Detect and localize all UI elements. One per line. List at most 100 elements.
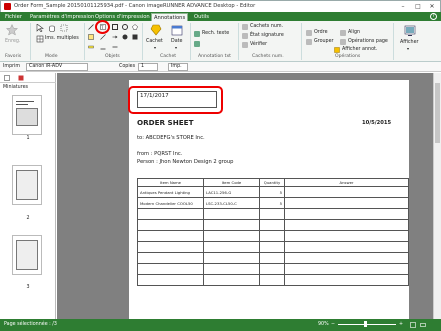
verifier-button[interactable]: Vérifier bbox=[250, 42, 267, 47]
ordre-button[interactable]: Ordre bbox=[314, 30, 328, 35]
table-cell bbox=[137, 230, 204, 242]
page-thumbnail[interactable] bbox=[12, 95, 42, 135]
etat-signature-button[interactable]: État signature bbox=[250, 33, 284, 38]
scrollbar-thumb[interactable] bbox=[435, 83, 440, 143]
table-cell bbox=[259, 252, 285, 264]
app-icon bbox=[4, 3, 11, 10]
polygon-icon[interactable] bbox=[132, 24, 138, 30]
cachet-button[interactable]: Cachet bbox=[146, 39, 163, 44]
square-fill-icon[interactable] bbox=[132, 34, 138, 40]
table-cell bbox=[137, 263, 204, 275]
date-button[interactable]: Date bbox=[171, 39, 182, 44]
table-cell bbox=[259, 219, 285, 231]
select-area-icon[interactable] bbox=[60, 24, 68, 32]
table-cell bbox=[203, 274, 260, 286]
person-line: Person : Jhon Newton Design 2 group bbox=[137, 159, 234, 165]
ellipse-icon[interactable] bbox=[122, 24, 128, 30]
zoom-slider[interactable] bbox=[338, 324, 396, 325]
zoom-slider-thumb[interactable] bbox=[364, 321, 367, 327]
table-row bbox=[137, 274, 409, 286]
table-cell bbox=[137, 241, 204, 253]
tab-fichier[interactable]: Fichier bbox=[3, 13, 24, 21]
vertical-scrollbar[interactable] bbox=[433, 73, 441, 319]
thumbnails-tab-icon[interactable] bbox=[4, 75, 10, 81]
table-cell bbox=[137, 252, 204, 264]
table-cell bbox=[284, 241, 409, 253]
enreg-button[interactable]: Enreg. bbox=[5, 39, 20, 44]
table-cell: Antiques Pendant Lighting bbox=[137, 186, 204, 198]
page-thumbnail[interactable] bbox=[12, 165, 42, 205]
copies-input[interactable]: 1 bbox=[138, 63, 158, 71]
page-number: 1 bbox=[26, 136, 30, 141]
grouper-button[interactable]: Grouper bbox=[314, 39, 334, 44]
minimize-button[interactable]: – bbox=[396, 1, 410, 12]
hand-icon[interactable] bbox=[48, 24, 56, 32]
cursor-icon[interactable] bbox=[36, 23, 44, 33]
table-cell: Modern Chandelier COOL50 bbox=[137, 197, 204, 209]
rech-texte-button[interactable]: Rech. texte bbox=[202, 31, 229, 36]
thumb-line bbox=[16, 104, 28, 105]
table-cell bbox=[284, 208, 409, 220]
digital-stamp-icon bbox=[242, 24, 248, 30]
table-cell bbox=[203, 208, 260, 220]
group-mode-label: Mode bbox=[45, 54, 58, 59]
afficher-annot-button[interactable]: Afficher annot. bbox=[342, 47, 377, 52]
tab-parametres-impression[interactable]: Paramètres d'impression bbox=[28, 13, 96, 21]
page-thumbnail[interactable] bbox=[12, 235, 42, 275]
highlighter-icon[interactable] bbox=[88, 44, 94, 50]
status-bar: Page sélectionnée : /3 90% − + bbox=[0, 319, 441, 331]
table-cell bbox=[137, 219, 204, 231]
line-icon[interactable] bbox=[100, 34, 106, 40]
highlight-rectangle bbox=[128, 86, 223, 114]
maximize-button[interactable]: □ bbox=[411, 1, 425, 12]
order-table: Item Name Item Code Quantity Answer Anti… bbox=[137, 178, 409, 286]
separator bbox=[142, 23, 143, 60]
close-button[interactable]: ✕ bbox=[425, 1, 439, 12]
underline-icon[interactable] bbox=[100, 44, 106, 50]
help-icon[interactable]: ? bbox=[430, 13, 437, 20]
table-header: Item Code bbox=[203, 178, 260, 187]
ribbon-tab-bar: Fichier Paramètres d'impression Options … bbox=[0, 12, 441, 21]
zoom-out-icon[interactable]: − bbox=[331, 322, 335, 327]
ims-multiples-button[interactable]: Ims. multiples bbox=[45, 36, 79, 41]
table-row bbox=[137, 230, 409, 242]
fit-width-icon[interactable] bbox=[420, 322, 426, 328]
order-icon bbox=[306, 30, 312, 36]
tab-annotations[interactable]: Annotations bbox=[151, 13, 189, 21]
group-objets-label: Objets bbox=[105, 54, 120, 59]
document-view[interactable]: 17/1/2017 ORDER SHEET 10/5/2015 to: ABCD… bbox=[57, 73, 433, 319]
operations-page-button[interactable]: Opérations page bbox=[348, 39, 388, 44]
printer-select[interactable]: Canon iR-ADV bbox=[26, 63, 88, 71]
bookmark-tab-icon[interactable] bbox=[18, 75, 24, 81]
circle-fill-icon[interactable] bbox=[122, 34, 128, 40]
separator bbox=[301, 23, 302, 60]
arrow-icon[interactable] bbox=[112, 34, 118, 40]
page-status: Page sélectionnée : /3 bbox=[4, 322, 57, 327]
stamp-icon bbox=[150, 24, 162, 36]
note-icon[interactable] bbox=[88, 34, 94, 40]
aligner-button[interactable]: Align bbox=[348, 30, 360, 35]
table-row bbox=[137, 252, 409, 264]
table-cell bbox=[203, 263, 260, 275]
table-cell: 5 bbox=[259, 186, 285, 198]
zoom-in-icon[interactable]: + bbox=[399, 322, 403, 327]
show-annotations-icon bbox=[334, 47, 340, 53]
table-cell bbox=[284, 186, 409, 198]
afficher-button[interactable]: Afficher bbox=[400, 40, 419, 45]
group-favoris-label: Favoris bbox=[5, 54, 22, 59]
table-cell bbox=[203, 252, 260, 264]
rectangle-icon[interactable] bbox=[112, 24, 118, 30]
tab-outils[interactable]: Outils bbox=[192, 13, 211, 21]
table-cell bbox=[203, 219, 260, 231]
separator bbox=[84, 23, 85, 60]
fit-page-icon[interactable] bbox=[410, 322, 416, 328]
zoom-level: 90% bbox=[318, 322, 329, 327]
print-mode-select[interactable]: Imp. bbox=[168, 63, 188, 71]
pen-icon[interactable] bbox=[88, 24, 94, 30]
chevron-down-icon: ▾ bbox=[154, 45, 157, 50]
to-line: to: ABCDEFG's STORE Inc. bbox=[137, 135, 205, 141]
strikethrough-icon[interactable] bbox=[112, 44, 118, 50]
cachets-num-button[interactable]: Cachets num. bbox=[250, 24, 283, 29]
align-icon bbox=[340, 30, 346, 36]
separator bbox=[238, 23, 239, 60]
